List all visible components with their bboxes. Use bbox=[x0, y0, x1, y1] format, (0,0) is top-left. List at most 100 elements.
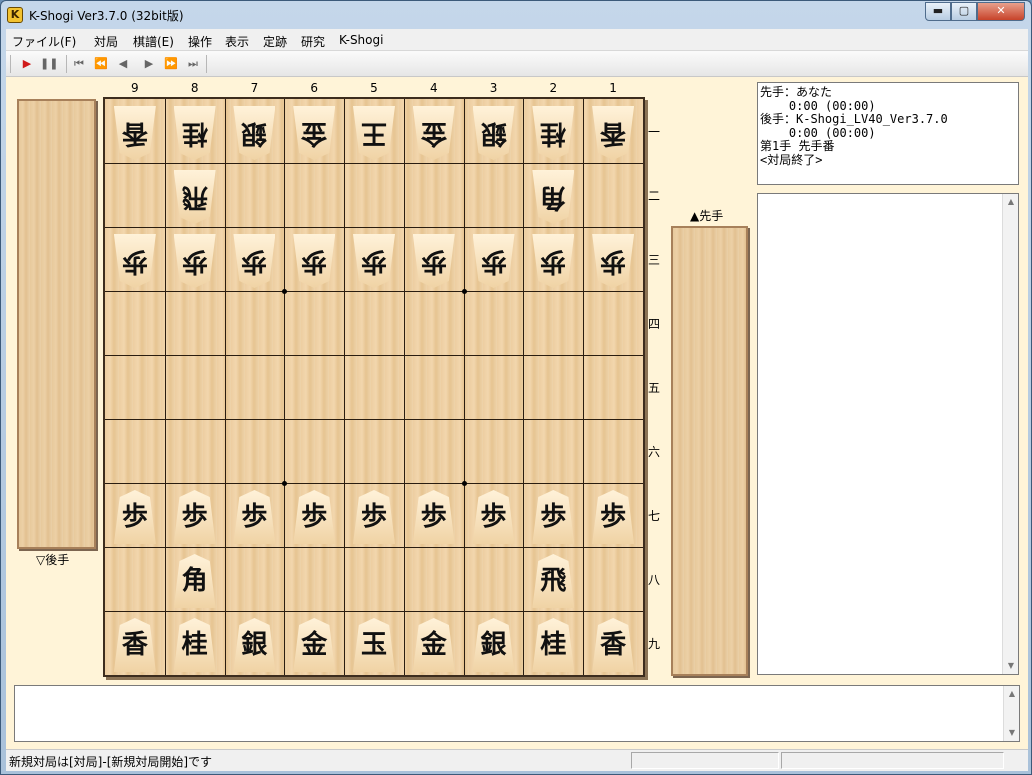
piece-gote[interactable]: 桂 bbox=[532, 106, 575, 160]
rank-label: 九 bbox=[648, 637, 661, 651]
piece-gote[interactable]: 香 bbox=[113, 106, 156, 160]
first-move-icon[interactable]: ⏮ bbox=[70, 55, 88, 73]
piece-gote[interactable]: 歩 bbox=[472, 234, 515, 288]
piece-sente[interactable]: 歩 bbox=[532, 490, 575, 544]
piece-sente[interactable]: 飛 bbox=[532, 554, 575, 608]
gote-piece-stand[interactable] bbox=[17, 99, 96, 549]
piece-label: 銀 bbox=[480, 118, 507, 148]
menu-game[interactable]: 対局 bbox=[94, 33, 118, 50]
piece-sente[interactable]: 金 bbox=[293, 618, 336, 672]
piece-label: 歩 bbox=[121, 502, 148, 532]
last-move-icon[interactable]: ⏭ bbox=[184, 55, 202, 73]
rank-label: 四 bbox=[648, 317, 661, 331]
piece-gote[interactable]: 桂 bbox=[173, 106, 216, 160]
file-label: 3 bbox=[489, 81, 498, 95]
kifu-move-list[interactable]: ▲ ▼ bbox=[757, 193, 1019, 675]
piece-gote[interactable]: 歩 bbox=[113, 234, 156, 288]
piece-gote[interactable]: 金 bbox=[293, 106, 336, 160]
piece-label: 銀 bbox=[480, 630, 507, 660]
comment-scrollbar[interactable]: ▲ ▼ bbox=[1003, 686, 1019, 741]
comment-area[interactable]: ▲ ▼ bbox=[14, 685, 1020, 742]
piece-gote[interactable]: 香 bbox=[592, 106, 635, 160]
sente-label: ▲先手 bbox=[690, 209, 724, 223]
piece-sente[interactable]: 歩 bbox=[472, 490, 515, 544]
piece-gote[interactable]: 王 bbox=[353, 106, 395, 160]
piece-sente[interactable]: 歩 bbox=[353, 490, 395, 544]
piece-label: 金 bbox=[301, 118, 328, 148]
piece-sente[interactable]: 香 bbox=[592, 618, 635, 672]
piece-gote[interactable]: 歩 bbox=[592, 234, 635, 288]
menu-view[interactable]: 表示 bbox=[225, 33, 249, 50]
maximize-button[interactable]: ▢ bbox=[951, 2, 977, 21]
board-gridline bbox=[344, 99, 346, 675]
status-panel bbox=[781, 752, 1004, 769]
board-star-point bbox=[461, 481, 467, 486]
board-gridline bbox=[105, 547, 643, 548]
scroll-up-icon[interactable]: ▲ bbox=[1004, 686, 1020, 702]
toolbar-separator bbox=[10, 55, 11, 73]
rank-label: 一 bbox=[648, 125, 661, 139]
scroll-up-icon[interactable]: ▲ bbox=[1003, 194, 1019, 210]
piece-gote[interactable]: 角 bbox=[532, 170, 575, 224]
piece-gote[interactable]: 歩 bbox=[293, 234, 336, 288]
piece-gote[interactable]: 歩 bbox=[233, 234, 276, 288]
piece-sente[interactable]: 銀 bbox=[472, 618, 515, 672]
piece-sente[interactable]: 香 bbox=[113, 618, 156, 672]
piece-sente[interactable]: 歩 bbox=[233, 490, 276, 544]
piece-gote[interactable]: 歩 bbox=[353, 234, 395, 288]
menu-file[interactable]: ファイル(F) bbox=[12, 33, 76, 50]
menu-joseki[interactable]: 定跡 bbox=[263, 33, 287, 50]
scroll-down-icon[interactable]: ▼ bbox=[1003, 658, 1019, 674]
piece-label: 歩 bbox=[360, 246, 387, 276]
info-line: 第1手 先手番 bbox=[760, 139, 835, 153]
info-line: 0:00 (00:00) bbox=[760, 98, 876, 113]
close-button[interactable]: ✕ bbox=[977, 2, 1025, 21]
piece-sente[interactable]: 歩 bbox=[592, 490, 635, 544]
scroll-down-icon[interactable]: ▼ bbox=[1004, 725, 1020, 741]
piece-sente[interactable]: 歩 bbox=[293, 490, 336, 544]
piece-sente[interactable]: 歩 bbox=[113, 490, 156, 544]
play-icon[interactable]: ▶ bbox=[18, 55, 36, 73]
piece-sente[interactable]: 歩 bbox=[412, 490, 455, 544]
gote-label: ▽後手 bbox=[36, 553, 70, 567]
file-label: 8 bbox=[190, 81, 199, 95]
piece-sente[interactable]: 玉 bbox=[353, 618, 395, 672]
piece-gote[interactable]: 銀 bbox=[233, 106, 276, 160]
piece-label: 香 bbox=[121, 630, 148, 660]
piece-label: 飛 bbox=[181, 182, 208, 212]
shogi-board[interactable]: 香桂銀金王金銀桂香飛角歩歩歩歩歩歩歩歩歩歩歩歩歩歩歩歩歩歩角飛香桂銀金玉金銀桂香 bbox=[103, 97, 645, 677]
pause-icon[interactable]: ❚❚ bbox=[40, 55, 58, 73]
piece-gote[interactable]: 銀 bbox=[472, 106, 515, 160]
piece-sente[interactable]: 桂 bbox=[173, 618, 216, 672]
piece-gote[interactable]: 歩 bbox=[173, 234, 216, 288]
menu-k-shogi[interactable]: K-Shogi bbox=[339, 33, 383, 47]
piece-sente[interactable]: 銀 bbox=[233, 618, 276, 672]
piece-sente[interactable]: 金 bbox=[412, 618, 455, 672]
minimize-button[interactable]: ▬ bbox=[925, 2, 951, 21]
piece-sente[interactable]: 桂 bbox=[532, 618, 575, 672]
piece-label: 銀 bbox=[241, 118, 268, 148]
piece-sente[interactable]: 歩 bbox=[173, 490, 216, 544]
menu-research[interactable]: 研究 bbox=[301, 33, 325, 50]
board-gridline bbox=[105, 163, 643, 164]
fast-forward-icon[interactable]: ⏩ bbox=[162, 55, 180, 73]
title-bar[interactable]: K K-Shogi Ver3.7.0 (32bit版) ▬ ▢ ✕ bbox=[1, 1, 1031, 29]
step-back-icon[interactable]: ◀ bbox=[114, 55, 132, 73]
piece-label: 桂 bbox=[540, 630, 567, 660]
piece-gote[interactable]: 歩 bbox=[412, 234, 455, 288]
piece-label: 金 bbox=[420, 630, 447, 660]
board-star-point bbox=[461, 289, 467, 294]
piece-gote[interactable]: 歩 bbox=[532, 234, 575, 288]
piece-gote[interactable]: 金 bbox=[412, 106, 455, 160]
sente-piece-stand[interactable] bbox=[671, 226, 748, 676]
fast-back-icon[interactable]: ⏪ bbox=[92, 55, 110, 73]
piece-label: 歩 bbox=[480, 502, 507, 532]
piece-sente[interactable]: 角 bbox=[173, 554, 216, 608]
piece-gote[interactable]: 飛 bbox=[173, 170, 216, 224]
board-gridline bbox=[105, 291, 643, 292]
menu-operation[interactable]: 操作 bbox=[188, 33, 212, 50]
menu-kifu[interactable]: 棋譜(E) bbox=[133, 33, 174, 50]
step-forward-icon[interactable]: ▶ bbox=[140, 55, 158, 73]
kifu-scrollbar[interactable]: ▲ ▼ bbox=[1002, 194, 1018, 674]
piece-label: 金 bbox=[301, 630, 328, 660]
